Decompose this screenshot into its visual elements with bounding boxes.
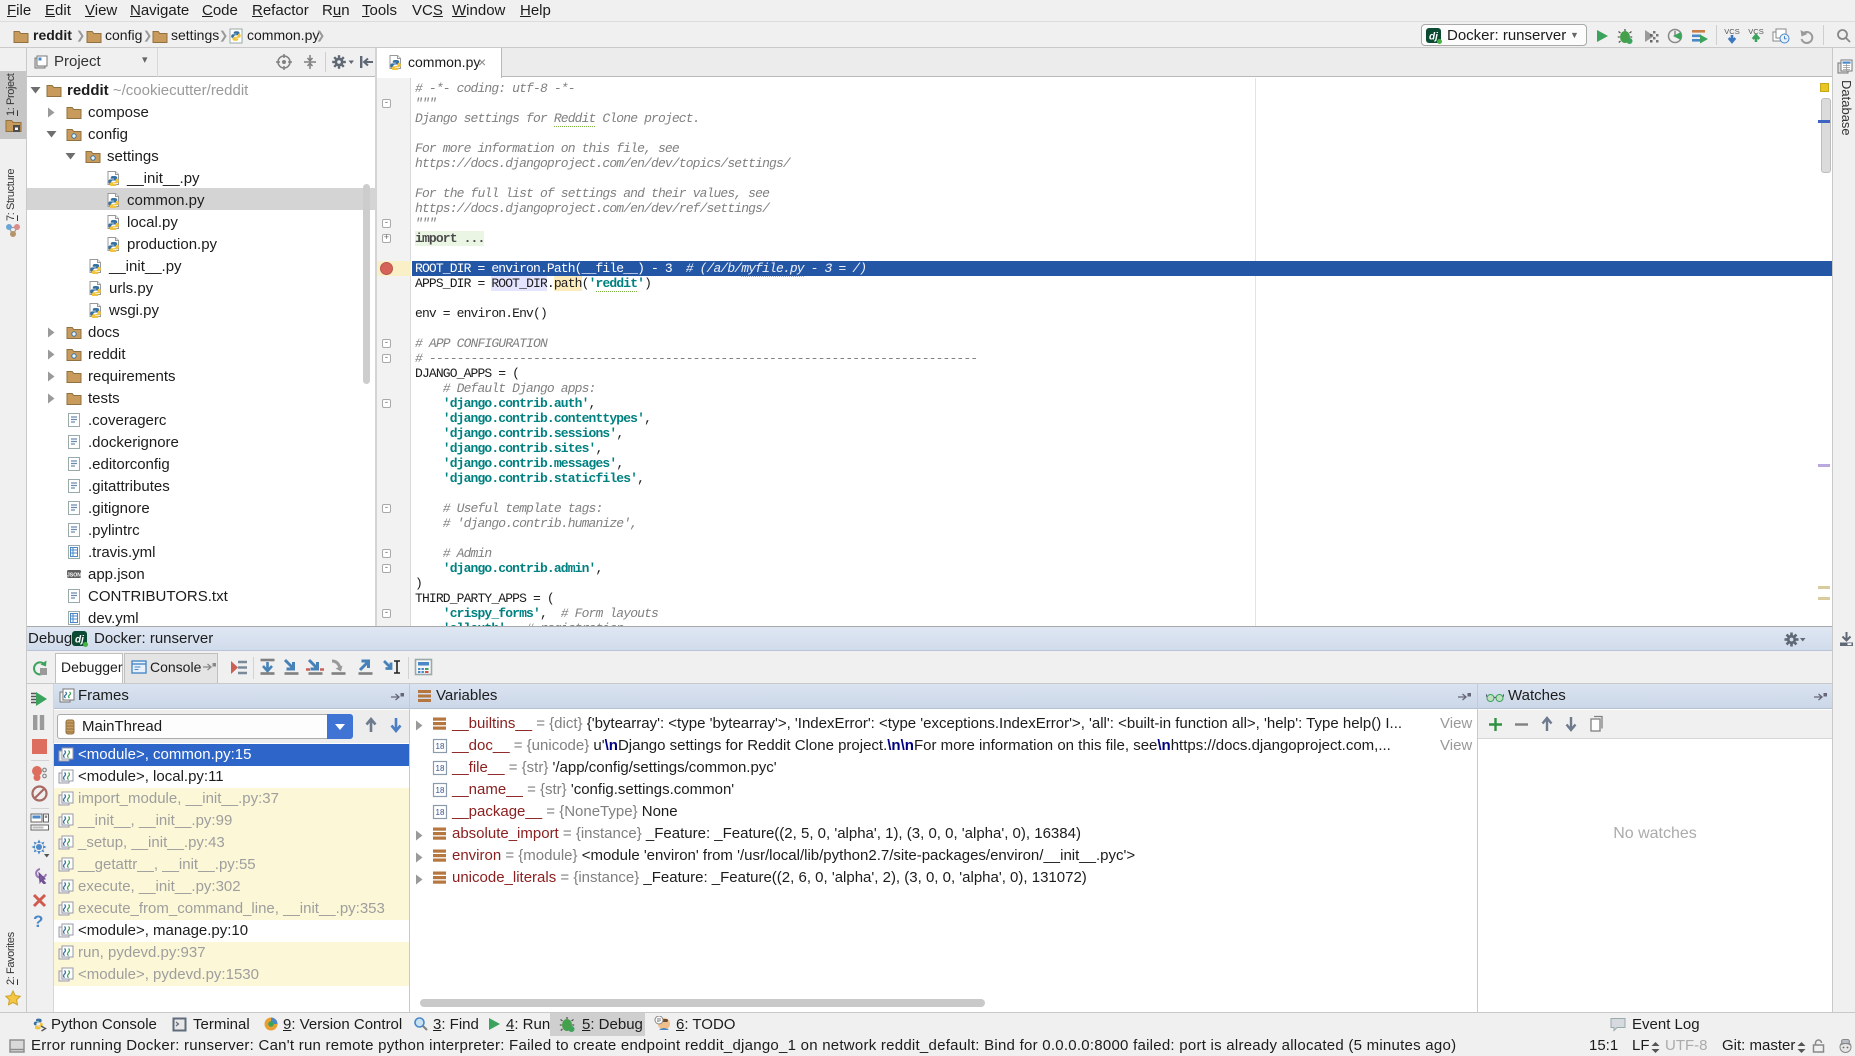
svg-text:dj: dj (1429, 32, 1438, 43)
svg-text:18: 18 (436, 808, 445, 817)
svg-text:18: 18 (436, 786, 445, 795)
svg-text:18: 18 (436, 764, 445, 773)
svg-text:VCS: VCS (1724, 27, 1739, 36)
svg-text:JSON: JSON (67, 573, 81, 579)
svg-text:18: 18 (436, 742, 445, 751)
svg-text:dj: dj (75, 635, 84, 646)
